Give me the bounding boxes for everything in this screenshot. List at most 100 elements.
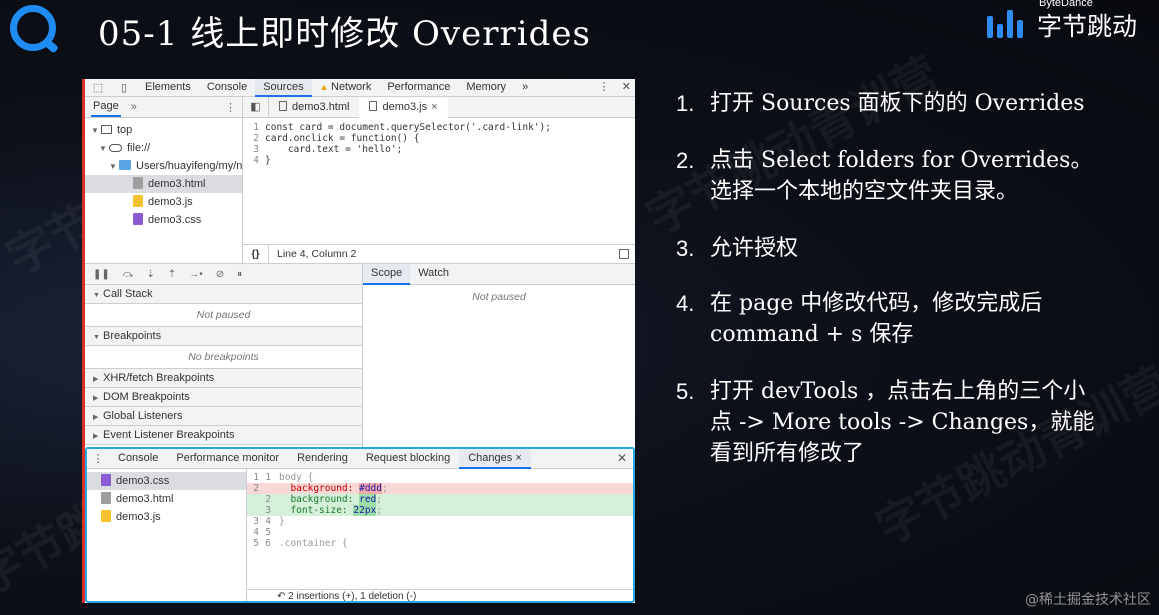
tree-item-label: file://: [127, 142, 151, 154]
section-title: Call Stack: [103, 288, 153, 300]
pause-icon[interactable]: ❚❚: [93, 269, 110, 280]
old-line-number: [247, 494, 259, 505]
navigator-kebab-icon[interactable]: ⋮: [225, 101, 236, 114]
new-line-number: 4: [265, 516, 271, 527]
changed-file-item[interactable]: demo3.js: [87, 508, 246, 526]
drawer-tab-request-blocking[interactable]: Request blocking: [357, 449, 459, 469]
line-number: 2: [253, 133, 259, 144]
drawer-tab-console[interactable]: Console: [109, 449, 167, 469]
drawer-kebab-icon[interactable]: ⋮: [87, 452, 109, 465]
device-toggle-icon[interactable]: ▯: [111, 81, 137, 94]
step-text: 允许授权: [710, 236, 799, 261]
coverage-toggle-icon[interactable]: [619, 249, 629, 259]
toggle-navigator-icon[interactable]: ◧: [243, 96, 269, 118]
changed-file-item[interactable]: demo3.html: [87, 490, 246, 508]
tab-page[interactable]: Page: [91, 98, 121, 117]
tab-scope[interactable]: Scope: [363, 263, 411, 285]
dom-breakpoints-header[interactable]: ▶ DOM Breakpoints: [85, 388, 362, 407]
code-area[interactable]: 1 const card = document.querySelector('.c…: [243, 118, 635, 166]
triangle-down-icon: ▼: [99, 144, 107, 153]
diff-line: 3 4}: [247, 516, 633, 527]
tab-memory[interactable]: Memory: [458, 79, 514, 97]
old-line-number: [247, 505, 259, 516]
old-line-number: 4: [253, 527, 259, 538]
step-icon[interactable]: →•: [189, 269, 203, 280]
folder-icon: [119, 160, 131, 170]
triangle-down-icon: ▼: [109, 162, 117, 171]
step-number: 4.: [676, 291, 695, 316]
step-text: 在 page 中修改代码，修改完成后 command + s 保存: [710, 291, 1043, 347]
tab-sources[interactable]: Sources: [255, 79, 312, 97]
tab-network[interactable]: Network: [312, 79, 380, 97]
drawer-tab-rendering[interactable]: Rendering: [288, 449, 357, 469]
section-title: XHR/fetch Breakpoints: [103, 372, 215, 384]
triangle-right-icon: ▶: [93, 395, 99, 402]
more-tabs-button[interactable]: »: [514, 79, 536, 97]
tree-item-demo3-js[interactable]: demo3.js: [85, 193, 242, 211]
changed-file-item[interactable]: demo3.css: [87, 472, 246, 490]
breakpoints-body: No breakpoints: [85, 346, 362, 369]
instruction-step: 3. 允许授权: [676, 233, 1096, 264]
tree-item-label: demo3.js: [148, 196, 193, 208]
inspect-icon[interactable]: ⬚: [85, 81, 111, 94]
frame-icon: [101, 125, 112, 134]
new-line-number: 3: [265, 505, 271, 516]
instruction-step: 1. 打开 Sources 面板下的的 Overrides: [676, 88, 1096, 119]
tree-item-demo3-css[interactable]: demo3.css: [85, 211, 242, 229]
editor-tab-label: demo3.html: [292, 100, 350, 113]
step-into-icon[interactable]: ⇣: [146, 269, 154, 280]
old-line-number: 1: [253, 472, 259, 483]
pause-on-exceptions-icon[interactable]: ⏸: [237, 269, 242, 280]
tree-item-demo3-html[interactable]: demo3.html: [85, 175, 242, 193]
diff-line-deleted: 2 background: #ddd;: [247, 483, 633, 494]
pretty-print-button[interactable]: {}: [243, 244, 269, 264]
drawer-tab-performance-monitor[interactable]: Performance monitor: [167, 449, 288, 469]
tab-watch[interactable]: Watch: [410, 264, 457, 285]
footer-watermark: @稀土掘金技术社区: [1025, 592, 1151, 608]
app-logo-icon: [10, 5, 56, 51]
step-over-icon[interactable]: ⤼: [123, 269, 134, 280]
new-line-number: [259, 483, 271, 494]
section-title: Event Listener Breakpoints: [103, 429, 235, 441]
revert-icon[interactable]: ↶: [277, 591, 285, 602]
close-tab-icon[interactable]: ×: [431, 101, 437, 113]
event-listener-breakpoints-header[interactable]: ▶ Event Listener Breakpoints: [85, 426, 362, 445]
diff-text: .container {: [279, 538, 348, 549]
line-number: 1: [253, 122, 259, 133]
diff-summary-text: 2 insertions (+), 1 deletion (-): [288, 591, 417, 602]
drawer-tab-changes[interactable]: Changes ×: [459, 448, 531, 469]
breakpoints-header[interactable]: ▼ Breakpoints: [85, 327, 362, 346]
tab-performance[interactable]: Performance: [379, 79, 458, 97]
debugger-toolbar: ❚❚ ⤼ ⇣ ⇡ →• ⊘ ⏸: [85, 264, 362, 285]
tab-elements[interactable]: Elements: [137, 79, 199, 97]
new-line-number: 6: [265, 538, 271, 549]
tab-console[interactable]: Console: [199, 79, 255, 97]
editor-tab-demo3-js[interactable]: demo3.js ×: [359, 96, 448, 118]
global-listeners-header[interactable]: ▶ Global Listeners: [85, 407, 362, 426]
css-file-icon: [133, 213, 143, 225]
brand-name: 字节跳动: [1037, 12, 1138, 41]
devtools-controls: ⋮ ✕: [599, 79, 631, 97]
call-stack-header[interactable]: ▼ Call Stack: [85, 285, 362, 304]
close-tab-icon[interactable]: ×: [515, 452, 521, 464]
step-out-icon[interactable]: ⇡: [168, 269, 176, 280]
editor-tab-demo3-html[interactable]: demo3.html: [269, 97, 359, 118]
code-line: 2 card.onclick = function() {: [243, 133, 635, 144]
tree-item-file-origin[interactable]: ▼ file://: [85, 139, 242, 157]
diff-text: }: [279, 516, 285, 527]
drawer-tab-label: Changes: [468, 451, 513, 464]
deactivate-breakpoints-icon[interactable]: ⊘: [216, 269, 224, 280]
css-file-icon: [101, 474, 111, 486]
cloud-icon: [109, 144, 122, 152]
step-number: 1.: [676, 91, 695, 116]
navigator-more-button[interactable]: »: [131, 101, 137, 113]
kebab-menu-icon[interactable]: ⋮: [599, 81, 610, 93]
close-drawer-icon[interactable]: ✕: [617, 449, 627, 468]
tree-item-top[interactable]: ▼ top: [85, 121, 242, 139]
new-line-number: 1: [265, 472, 271, 483]
js-file-icon: [133, 195, 143, 207]
xhr-breakpoints-header[interactable]: ▶ XHR/fetch Breakpoints: [85, 369, 362, 388]
close-icon[interactable]: ✕: [622, 81, 631, 93]
tree-item-folder[interactable]: ▼ Users/huayifeng/my/n: [85, 157, 242, 175]
tree-item-label: Users/huayifeng/my/n: [136, 160, 242, 172]
